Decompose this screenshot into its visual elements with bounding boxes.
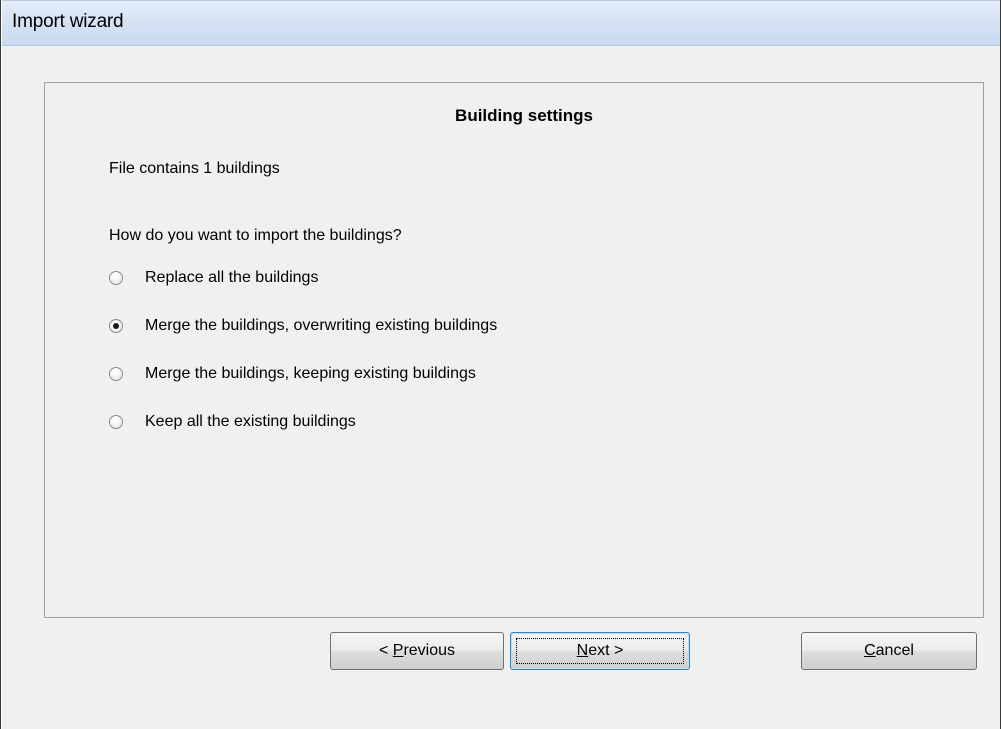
radio-button-replace-all[interactable] bbox=[109, 271, 123, 285]
cancel-button-label: ancel bbox=[875, 642, 914, 659]
previous-button-mnemonic: P bbox=[392, 642, 404, 659]
building-settings-panel: Building settings File contains 1 buildi… bbox=[44, 82, 984, 618]
previous-button-label: revious bbox=[403, 642, 456, 659]
window-title: Import wizard bbox=[12, 11, 124, 32]
title-bar[interactable]: Import wizard bbox=[2, 0, 1000, 46]
radio-button-merge-overwrite[interactable] bbox=[109, 319, 123, 333]
cancel-button-mnemonic: C bbox=[864, 642, 876, 659]
option-merge-overwrite[interactable]: Merge the buildings, overwriting existin… bbox=[109, 315, 497, 337]
previous-button-prefix: < bbox=[378, 642, 393, 659]
previous-button[interactable]: < Previous bbox=[330, 632, 504, 670]
next-button[interactable]: Next > bbox=[510, 632, 690, 670]
option-replace-all-label: Replace all the buildings bbox=[145, 269, 319, 286]
next-button-mnemonic: N bbox=[576, 642, 589, 659]
radio-button-merge-keep[interactable] bbox=[109, 367, 123, 381]
option-keep-existing-label: Keep all the existing buildings bbox=[145, 413, 356, 430]
next-button-label: ext > bbox=[588, 642, 624, 659]
option-merge-keep-label: Merge the buildings, keeping existing bu… bbox=[145, 365, 476, 382]
panel-heading: Building settings bbox=[455, 106, 593, 125]
import-wizard-window: Import wizard Building settings File con… bbox=[0, 0, 1001, 729]
option-merge-keep[interactable]: Merge the buildings, keeping existing bu… bbox=[109, 363, 476, 385]
panel-heading-row: Building settings bbox=[45, 106, 983, 126]
file-info-label: File contains 1 buildings bbox=[109, 160, 280, 177]
option-keep-existing[interactable]: Keep all the existing buildings bbox=[109, 411, 356, 433]
import-question-label: How do you want to import the buildings? bbox=[109, 227, 402, 244]
option-merge-overwrite-label: Merge the buildings, overwriting existin… bbox=[145, 317, 498, 334]
cancel-button[interactable]: Cancel bbox=[801, 632, 977, 670]
option-replace-all[interactable]: Replace all the buildings bbox=[109, 267, 318, 289]
wizard-client-area: Building settings File contains 1 buildi… bbox=[2, 46, 1000, 729]
radio-button-keep-existing[interactable] bbox=[109, 415, 123, 429]
